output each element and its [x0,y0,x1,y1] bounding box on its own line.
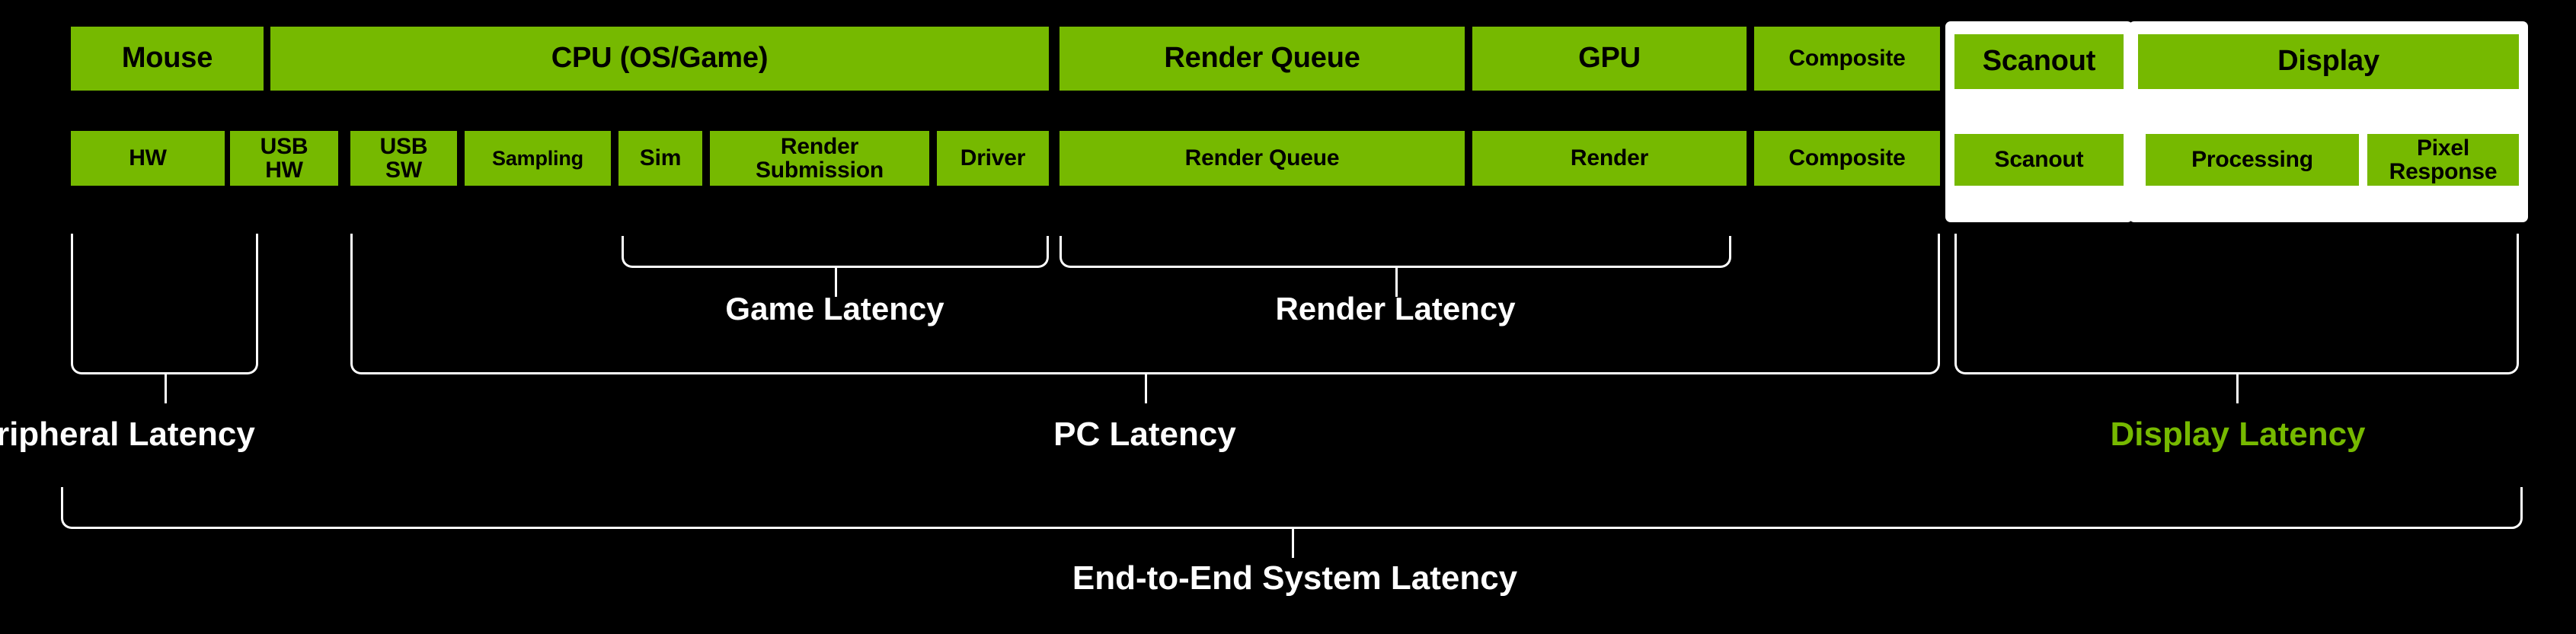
brace-pc-latency [350,234,1940,403]
stage-box-display[interactable]: Display [2138,34,2519,89]
brace-tick [2236,374,2239,403]
brace-tick [165,374,167,403]
label-display-latency: Display Latency [2110,416,2366,453]
label-render-latency: Render Latency [1275,291,1516,327]
substage-box-pixel-response[interactable]: Pixel Response [2367,134,2519,186]
label-game-latency: Game Latency [725,291,944,327]
brace-bar [71,234,258,374]
substage-box-driver[interactable]: Driver [937,131,1049,186]
brace-tick [1145,374,1147,403]
label-peripheral-latency: Peripheral Latency [0,416,255,453]
brace-display-latency [1954,234,2519,403]
stage-box-gpu[interactable]: GPU [1472,27,1747,91]
brace-tick [1292,529,1294,558]
stage-box-composite[interactable]: Composite [1754,27,1940,91]
substage-box-usb-hw[interactable]: USB HW [230,131,338,186]
substage-box-render[interactable]: Render [1472,131,1747,186]
substage-box-render-queue[interactable]: Render Queue [1059,131,1465,186]
substage-box-composite[interactable]: Composite [1754,131,1940,186]
label-pc-latency: PC Latency [1053,416,1236,453]
latency-diagram: Mouse CPU (OS/Game) Render Queue GPU Com… [0,0,2576,634]
substage-box-scanout[interactable]: Scanout [1954,134,2124,186]
brace-peripheral-latency [71,234,258,403]
brace-bar [61,487,2523,529]
substage-box-sim[interactable]: Sim [618,131,702,186]
stage-box-mouse[interactable]: Mouse [71,27,264,91]
substage-box-render-submission[interactable]: Render Submission [710,131,929,186]
stage-box-cpu[interactable]: CPU (OS/Game) [270,27,1049,91]
stage-box-scanout[interactable]: Scanout [1954,34,2124,89]
substage-box-usb-sw[interactable]: USB SW [350,131,457,186]
substage-box-processing[interactable]: Processing [2146,134,2359,186]
brace-bar [350,234,1940,374]
brace-end-to-end-system-latency [61,487,2523,558]
brace-bar [1954,234,2519,374]
stage-box-render-queue[interactable]: Render Queue [1059,27,1465,91]
substage-box-hw[interactable]: HW [71,131,225,186]
label-end-to-end-system-latency: End-to-End System Latency [1072,559,1518,597]
substage-box-sampling[interactable]: Sampling [465,131,611,186]
